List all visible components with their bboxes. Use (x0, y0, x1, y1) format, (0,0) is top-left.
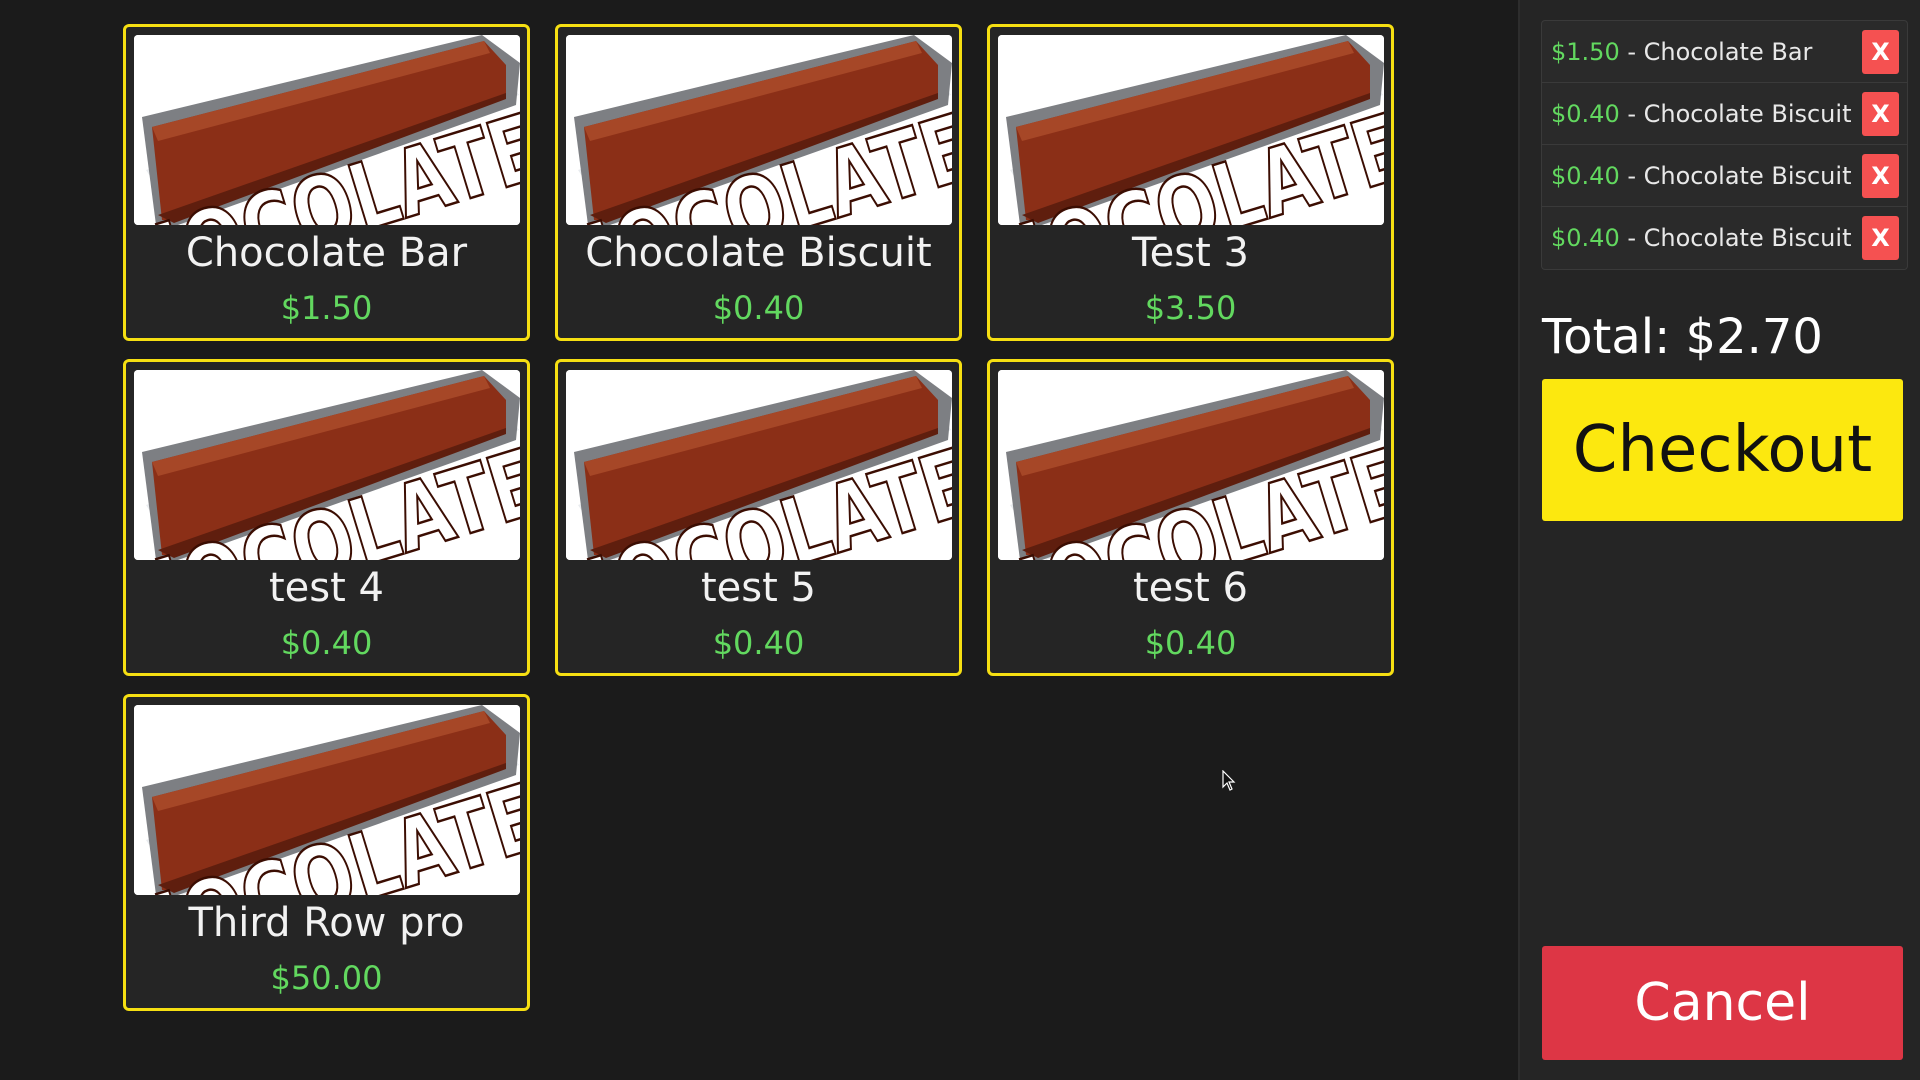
cart-item-name: Chocolate Bar (1643, 37, 1813, 66)
product-card-test-4[interactable]: CHOCOLATE test 4 $0.40 (123, 359, 530, 676)
product-card-test-5[interactable]: CHOCOLATE test 5 $0.40 (555, 359, 962, 676)
product-image: CHOCOLATE (997, 35, 1384, 225)
product-price: $0.40 (280, 624, 373, 662)
product-name: Chocolate Biscuit (585, 230, 932, 276)
product-image: CHOCOLATE (133, 705, 520, 895)
remove-item-button[interactable]: X (1862, 91, 1899, 136)
cart-item-text: $0.40 - Chocolate Biscuit (1551, 100, 1851, 128)
cart-item-separator: - (1619, 37, 1644, 66)
product-card-chocolate-biscuit[interactable]: CHOCOLATE Chocolate Biscuit $0.40 (555, 24, 962, 341)
order-total: Total: $2.70 (1542, 309, 1823, 365)
product-price: $50.00 (270, 959, 383, 997)
cart-item-separator: - (1619, 224, 1644, 252)
cart-item-text: $1.50 - Chocolate Bar (1551, 38, 1812, 66)
cart-item: $0.40 - Chocolate Biscuit X (1542, 145, 1907, 207)
product-area: CHOCOLATE Chocolate Bar $1.50 CHOCOLATE … (0, 0, 1518, 1080)
product-card-chocolate-bar[interactable]: CHOCOLATE Chocolate Bar $1.50 (123, 24, 530, 341)
checkout-button[interactable]: Checkout (1542, 379, 1903, 521)
cart-item: $0.40 - Chocolate Biscuit X (1542, 207, 1907, 269)
cart-item-text: $0.40 - Chocolate Biscuit (1551, 224, 1851, 252)
remove-item-button[interactable]: X (1862, 216, 1899, 260)
product-grid: CHOCOLATE Chocolate Bar $1.50 CHOCOLATE … (123, 24, 1394, 1011)
product-price: $0.40 (1144, 624, 1237, 662)
cart-item-price: $0.40 (1551, 161, 1620, 190)
product-name: test 6 (1133, 565, 1248, 611)
cart-item-price: $0.40 (1551, 224, 1620, 252)
cart-item-name: Chocolate Biscuit (1643, 99, 1852, 128)
product-image: CHOCOLATE (133, 370, 520, 560)
product-name: test 4 (269, 565, 384, 611)
remove-item-button[interactable]: X (1862, 153, 1899, 198)
product-price: $1.50 (280, 289, 373, 327)
cart-item: $0.40 - Chocolate Biscuit X (1542, 83, 1907, 145)
remove-item-button[interactable]: X (1862, 29, 1899, 74)
product-image: CHOCOLATE (133, 35, 520, 225)
cart-item-name: Chocolate Biscuit (1643, 224, 1852, 252)
product-name: Third Row pro (188, 900, 465, 946)
product-card-test-6[interactable]: CHOCOLATE test 6 $0.40 (987, 359, 1394, 676)
product-image: CHOCOLATE (997, 370, 1384, 560)
product-price: $0.40 (712, 289, 805, 327)
cart-item-price: $0.40 (1551, 99, 1620, 128)
product-name: Test 3 (1132, 230, 1249, 276)
cart-item-separator: - (1619, 161, 1644, 190)
product-price: $0.40 (712, 624, 805, 662)
cancel-button[interactable]: Cancel (1542, 946, 1903, 1060)
product-image: CHOCOLATE (565, 35, 952, 225)
product-image: CHOCOLATE (565, 370, 952, 560)
cart-item-price: $1.50 (1551, 37, 1620, 66)
cart-item-text: $0.40 - Chocolate Biscuit (1551, 162, 1851, 190)
cart-item-name: Chocolate Biscuit (1643, 161, 1852, 190)
product-name: Chocolate Bar (185, 230, 468, 276)
product-price: $3.50 (1144, 289, 1237, 327)
mouse-cursor-icon (1222, 770, 1236, 791)
product-card-test-3[interactable]: CHOCOLATE Test 3 $3.50 (987, 24, 1394, 341)
cart-item: $1.50 - Chocolate Bar X (1542, 21, 1907, 83)
product-card-third-row-pro[interactable]: CHOCOLATE Third Row pro $50.00 (123, 694, 530, 1011)
cart-item-separator: - (1619, 99, 1644, 128)
cart-list: $1.50 - Chocolate Bar X $0.40 - Chocolat… (1541, 20, 1908, 270)
order-sidebar: $1.50 - Chocolate Bar X $0.40 - Chocolat… (1518, 0, 1920, 1080)
product-name: test 5 (701, 565, 816, 611)
